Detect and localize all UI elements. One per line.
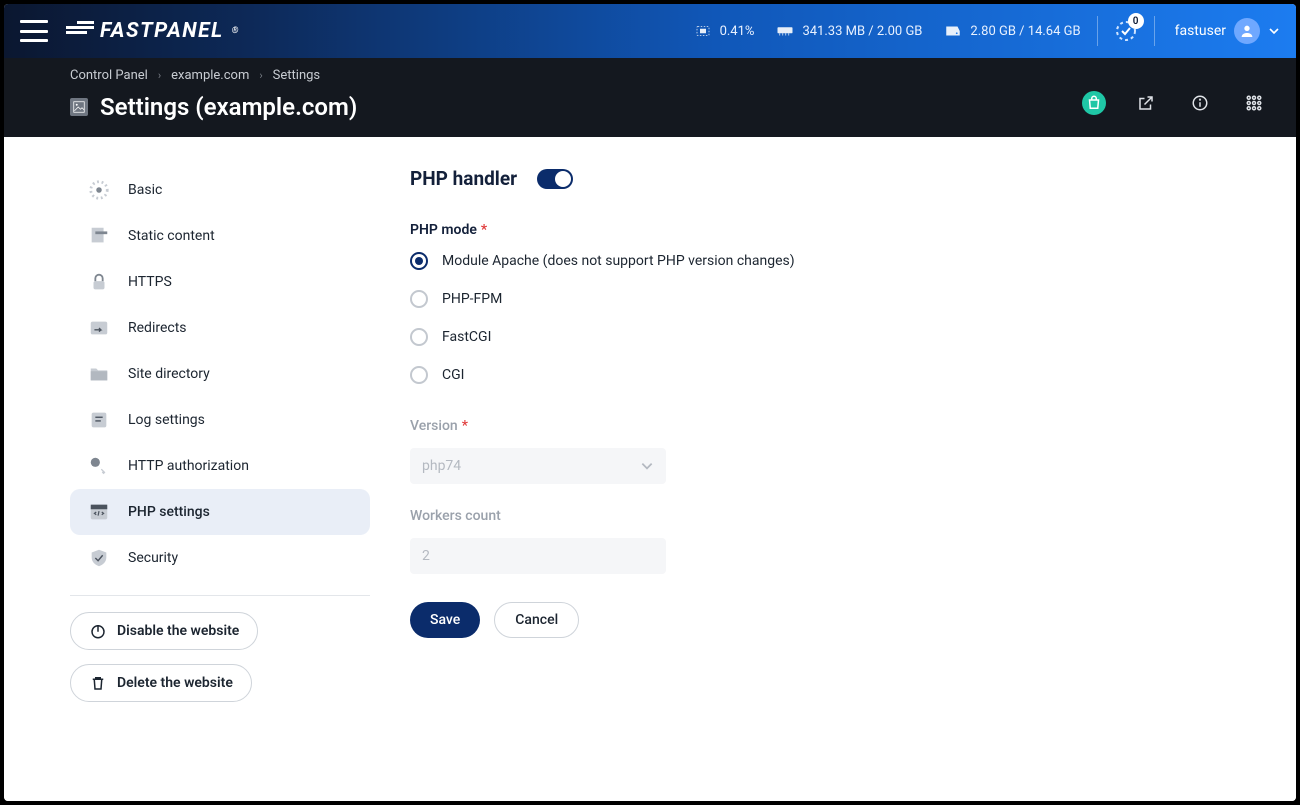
disk-stat: 2.80 GB / 14.64 GB	[944, 24, 1080, 39]
disable-website-button[interactable]: Disable the website	[70, 612, 258, 650]
cpu-stat: 0.41%	[694, 24, 755, 39]
topbar: FASTPANEL® 0.41% 341.33 MB / 2.00 GB 2.8…	[4, 4, 1296, 58]
page-title: Settings (example.com)	[100, 93, 357, 121]
brand-logo[interactable]: FASTPANEL®	[66, 19, 240, 43]
lock-icon	[88, 271, 110, 293]
info-icon[interactable]	[1186, 89, 1214, 117]
key-icon	[88, 455, 110, 477]
gear-icon	[88, 179, 110, 201]
sidebar-item-static[interactable]: Static content	[70, 213, 370, 259]
sidebar-item-https[interactable]: HTTPS	[70, 259, 370, 305]
tasks-badge: 0	[1128, 13, 1144, 29]
workers-label: Workers count	[410, 508, 1256, 524]
document-icon	[88, 225, 110, 247]
trash-icon	[89, 674, 107, 692]
radio-label: Module Apache (does not support PHP vers…	[442, 253, 795, 269]
sidebar-item-label: Static content	[128, 228, 215, 244]
shop-icon[interactable]	[1082, 91, 1106, 115]
sidebar-item-label: Log settings	[128, 412, 205, 428]
apps-grid-icon[interactable]	[1240, 89, 1268, 117]
code-icon	[88, 501, 110, 523]
chevron-right-icon: ›	[259, 69, 262, 82]
chevron-down-icon	[640, 459, 654, 473]
sidebar-item-php[interactable]: PHP settings	[70, 489, 370, 535]
user-name: fastuser	[1175, 23, 1226, 39]
sidebar-item-label: Security	[128, 550, 178, 566]
disk-value: 2.80 GB / 14.64 GB	[970, 24, 1080, 39]
shield-icon	[88, 547, 110, 569]
cpu-value: 0.41%	[720, 24, 755, 39]
breadcrumb: Control Panel › example.com › Settings	[70, 68, 357, 83]
breadcrumb-item[interactable]: Settings	[273, 68, 320, 83]
menu-toggle[interactable]	[20, 20, 48, 42]
breadcrumb-item[interactable]: example.com	[171, 68, 249, 83]
section-title: PHP handler	[410, 167, 517, 190]
ram-stat: 341.33 MB / 2.00 GB	[776, 24, 922, 39]
sidebar-item-label: Redirects	[128, 320, 187, 336]
radio-module-apache[interactable]: Module Apache (does not support PHP vers…	[410, 252, 1256, 270]
avatar-icon	[1234, 18, 1260, 44]
image-icon	[70, 98, 88, 116]
user-menu[interactable]: fastuser	[1175, 18, 1280, 44]
delete-website-button[interactable]: Delete the website	[70, 664, 252, 702]
redirect-icon	[88, 317, 110, 339]
radio-fastcgi[interactable]: FastCGI	[410, 328, 1256, 346]
radio-cgi[interactable]: CGI	[410, 366, 1256, 384]
brand-text: FASTPANEL	[100, 19, 224, 43]
folder-icon	[88, 363, 110, 385]
sidebar-item-label: PHP settings	[128, 504, 210, 520]
sidebar-item-label: HTTPS	[128, 274, 172, 290]
radio-label: CGI	[442, 367, 464, 383]
tasks-indicator[interactable]: 0	[1114, 19, 1138, 43]
php-handler-toggle[interactable]	[537, 169, 573, 189]
list-icon	[88, 409, 110, 431]
save-button[interactable]: Save	[410, 602, 480, 638]
sidebar-item-security[interactable]: Security	[70, 535, 370, 581]
sidebar-item-basic[interactable]: Basic	[70, 167, 370, 213]
sidebar-item-httpauth[interactable]: HTTP authorization	[70, 443, 370, 489]
button-label: Delete the website	[117, 675, 233, 691]
open-external-icon[interactable]	[1132, 89, 1160, 117]
select-value: php74	[422, 458, 461, 474]
radio-icon	[410, 252, 428, 270]
radio-icon	[410, 366, 428, 384]
radio-label: FastCGI	[442, 329, 491, 345]
sidebar-item-redirects[interactable]: Redirects	[70, 305, 370, 351]
breadcrumb-item[interactable]: Control Panel	[70, 68, 148, 83]
sidebar-item-label: HTTP authorization	[128, 458, 249, 474]
ram-value: 341.33 MB / 2.00 GB	[802, 24, 922, 39]
sidebar-item-logs[interactable]: Log settings	[70, 397, 370, 443]
sidebar-item-label: Basic	[128, 182, 162, 198]
chevron-down-icon	[1268, 25, 1280, 37]
radio-label: PHP-FPM	[442, 291, 502, 307]
workers-input[interactable]: 2	[410, 538, 666, 574]
php-mode-label: PHP mode*	[410, 222, 1256, 238]
input-value: 2	[422, 548, 430, 564]
version-select[interactable]: php74	[410, 448, 666, 484]
sidebar-item-label: Site directory	[128, 366, 210, 382]
chevron-right-icon: ›	[158, 69, 161, 82]
radio-icon	[410, 290, 428, 308]
cancel-button[interactable]: Cancel	[494, 602, 579, 638]
version-label: Version*	[410, 418, 1256, 434]
button-label: Disable the website	[117, 623, 239, 639]
radio-php-fpm[interactable]: PHP-FPM	[410, 290, 1256, 308]
radio-icon	[410, 328, 428, 346]
sidebar-item-directory[interactable]: Site directory	[70, 351, 370, 397]
power-icon	[89, 622, 107, 640]
